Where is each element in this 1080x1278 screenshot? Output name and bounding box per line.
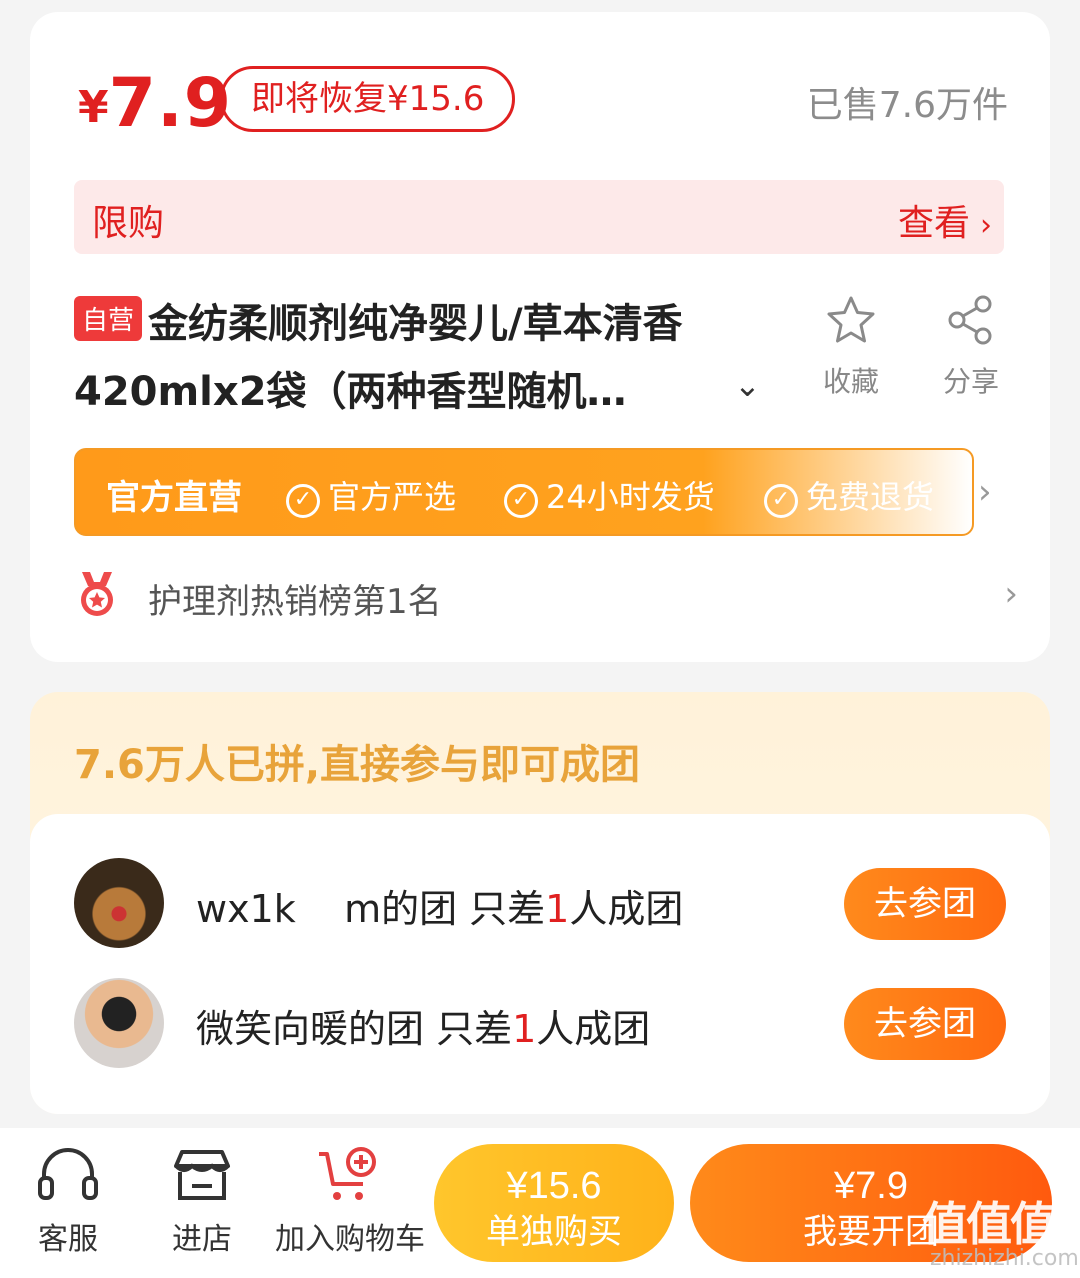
price-row: ¥7.9 即将恢复¥15.6 已售7.6万件 [78, 64, 1008, 144]
ranking-row[interactable]: 护理剂热销榜第1名 › [74, 568, 1018, 628]
join-group-button[interactable]: 去参团 [844, 868, 1006, 940]
product-title: 金纺柔顺剂纯净婴儿/草本清香420mlx2袋（两种香型随机… [74, 301, 683, 415]
self-operated-badge: 自营 [74, 296, 143, 341]
avatar [74, 978, 164, 1068]
check-circle-icon: ✓ [286, 484, 320, 518]
check-circle-icon: ✓ [764, 484, 798, 518]
medal-icon [81, 572, 113, 616]
group-owner-text: 微笑向暖的团 只差 [196, 1007, 513, 1051]
group-description: 微笑向暖的团 只差1人成团 [196, 998, 650, 1053]
product-info-card: ¥7.9 即将恢复¥15.6 已售7.6万件 限购 查看 › 自营 金纺柔顺剂纯净婴… [30, 12, 1050, 662]
group-list: wx1k m的团 只差1人成团 去参团 微笑向暖的团 只差1人成团 去参团 [30, 814, 1050, 1114]
purchase-limit-bar[interactable]: 限购 查看 › [74, 180, 1004, 254]
group-suffix: 人成团 [536, 1007, 651, 1051]
group-suffix: 人成团 [569, 887, 684, 931]
product-title-block[interactable]: 自营 金纺柔顺剂纯净婴儿/草本清香420mlx2袋（两种香型随机… ⌄ [74, 290, 774, 426]
service-label: 客服 [38, 1222, 98, 1257]
join-group-button[interactable]: 去参团 [844, 988, 1006, 1060]
official-direct-label: 官方直营 [106, 478, 242, 518]
store-button[interactable]: 进店 [160, 1146, 244, 1258]
missing-count: 1 [545, 887, 570, 931]
share-button[interactable]: 分享 [916, 294, 1026, 400]
current-price: ¥7.9 [78, 64, 232, 143]
chevron-right-icon: › [1004, 574, 1018, 614]
buy-alone-button[interactable]: ¥15.6 单独购买 [434, 1144, 674, 1262]
watermark-url: zhizhizhi.com [930, 1246, 1079, 1271]
customer-service-button[interactable]: 客服 [28, 1146, 108, 1258]
bottom-action-bar: 客服 进店 加入购物车 ¥15.6 单独购买 ¥7.9 我要开团 [0, 1128, 1080, 1278]
add-to-cart-button[interactable]: 加入购物车 [272, 1146, 428, 1258]
cart-add-icon [319, 1147, 376, 1200]
currency-symbol: ¥ [78, 82, 109, 133]
buy-alone-label: 单独购买 [486, 1213, 622, 1251]
service-guarantee-bar[interactable]: 官方直营 ✓ 官方严选 ✓ 24小时发货 ✓ 免费退货 [74, 448, 974, 536]
list-item: 微笑向暖的团 只差1人成团 去参团 [74, 978, 1006, 1070]
headset-icon [38, 1148, 98, 1200]
group-buy-card: 7.6万人已拼,直接参与即可成团 wx1k m的团 只差1人成团 去参团 微笑向… [30, 692, 1050, 1114]
favorite-button[interactable]: 收藏 [796, 294, 906, 400]
store-icon [174, 1150, 230, 1200]
watermark-logo: 值值值 [922, 1197, 1056, 1251]
group-description: wx1k m的团 只差1人成团 [196, 878, 683, 933]
chevron-right-icon[interactable]: › [978, 472, 992, 512]
chevron-right-icon: › [980, 208, 992, 243]
group-headline: 7.6万人已拼,直接参与即可成团 [74, 742, 641, 788]
avatar [74, 858, 164, 948]
store-label: 进店 [172, 1222, 232, 1257]
cart-label: 加入购物车 [275, 1222, 425, 1257]
star-icon [827, 296, 875, 343]
group-owner-text: wx1k m的团 只差 [196, 887, 546, 931]
check-circle-icon: ✓ [504, 484, 538, 518]
chevron-down-icon[interactable]: ⌄ [734, 366, 761, 404]
share-icon [948, 295, 992, 345]
restore-price-tag: 即将恢复¥15.6 [220, 66, 516, 132]
service-item-label: 24小时发货 [546, 478, 715, 516]
sold-count: 已售7.6万件 [806, 85, 1008, 126]
service-item-label: 官方严选 [328, 478, 457, 516]
ranking-text: 护理剂热销榜第1名 [148, 582, 442, 622]
buy-alone-price: ¥15.6 [506, 1165, 602, 1207]
favorite-label: 收藏 [822, 365, 879, 398]
limit-label: 限购 [92, 203, 165, 244]
limit-view-label: 查看 [897, 203, 970, 244]
service-item: ✓ 官方严选 [286, 472, 456, 518]
price-value: 7.9 [108, 64, 233, 143]
service-item-label: 免费退货 [806, 478, 935, 516]
list-item: wx1k m的团 只差1人成团 去参团 [74, 858, 1006, 950]
limit-view-link[interactable]: 查看 › [898, 194, 992, 246]
service-item: ✓ 24小时发货 [504, 472, 715, 518]
missing-count: 1 [512, 1007, 537, 1051]
service-item: ✓ 免费退货 [764, 472, 934, 518]
share-label: 分享 [942, 365, 999, 398]
